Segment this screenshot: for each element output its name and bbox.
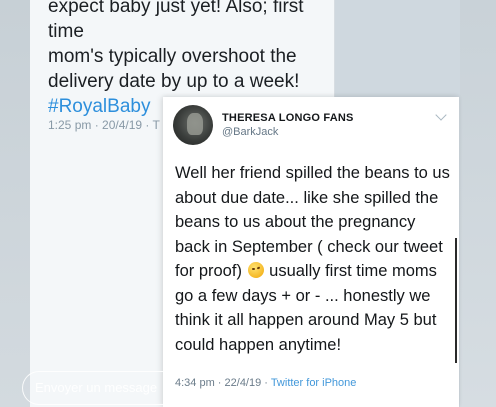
chevron-down-icon[interactable] <box>435 109 447 121</box>
winking-face-emoji-icon <box>247 262 264 278</box>
tweet-line: mom's typically overshoot the <box>48 46 297 67</box>
scrollbar[interactable] <box>455 238 457 363</box>
user-handle[interactable]: @BarkJack <box>222 126 278 138</box>
timestamp-text: 1:25 pm · 20/4/19 · T <box>48 118 160 132</box>
background-left <box>0 0 30 407</box>
message-placeholder: Envoyer un message <box>35 380 158 395</box>
paper-plane-icon[interactable] <box>437 376 459 398</box>
display-name[interactable]: THERESA LONGO FANS <box>222 112 354 124</box>
tweet-card-front: THERESA LONGO FANS @BarkJack Well her fr… <box>163 97 459 407</box>
tweet-line: delivery date by up to a week! <box>48 71 300 92</box>
tweet-text: Well her friend spilled the beans to us … <box>175 161 453 357</box>
avatar[interactable] <box>173 105 213 145</box>
background-right <box>460 0 496 407</box>
tweet-line: expect baby just yet! Also; first time <box>48 0 304 42</box>
message-input[interactable]: Envoyer un message <box>22 371 424 405</box>
tweet-timestamp: 1:25 pm · 20/4/19 · T <box>48 118 160 132</box>
